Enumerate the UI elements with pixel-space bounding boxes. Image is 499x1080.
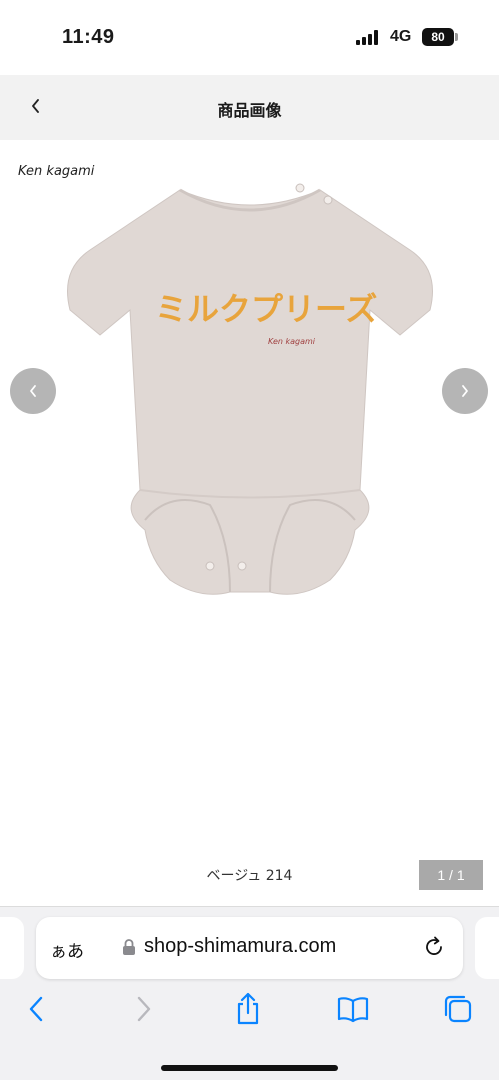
share-button[interactable] <box>226 987 270 1031</box>
page-title: 商品画像 <box>217 101 282 120</box>
lock-icon <box>123 938 135 955</box>
next-image-button[interactable] <box>442 368 488 414</box>
tabs-icon <box>444 995 472 1023</box>
page-settings-button[interactable]: ぁあ <box>50 937 84 962</box>
battery-tip <box>455 33 458 41</box>
url-text: shop-shimamura.com <box>144 935 337 957</box>
back-icon <box>29 996 43 1022</box>
previous-image-button[interactable] <box>10 368 56 414</box>
page-header: 商品画像 <box>0 75 499 140</box>
address-bar[interactable]: ぁあ shop-shimamura.com <box>36 917 463 979</box>
cellular-signal-icon <box>356 30 382 45</box>
battery-level: 80 <box>431 30 445 44</box>
browser-toolbar <box>0 987 499 1031</box>
print-text: ミルクプリーズ <box>155 290 377 328</box>
battery-icon: 80 <box>422 28 454 46</box>
forward-icon <box>137 996 151 1022</box>
browser-forward-button[interactable] <box>122 987 166 1031</box>
bookmarks-button[interactable] <box>331 987 375 1031</box>
tabs-button[interactable] <box>436 987 480 1031</box>
previous-tab-peek[interactable] <box>0 917 24 979</box>
next-tab-peek[interactable] <box>475 917 499 979</box>
home-indicator <box>161 1065 338 1071</box>
url-display[interactable]: shop-shimamura.com <box>122 935 336 958</box>
chevron-right-icon <box>462 385 468 397</box>
network-type: 4G <box>390 28 412 45</box>
browser-back-button[interactable] <box>14 987 58 1031</box>
status-bar: 11:49 4G 80 <box>0 0 499 75</box>
product-image-viewer[interactable]: Ken kagami ミルクプリーズ Ken kagami <box>0 140 499 840</box>
svg-text:Ken kagami: Ken kagami <box>268 337 316 346</box>
reload-icon[interactable] <box>421 934 447 960</box>
image-counter: 1 / 1 <box>419 860 483 890</box>
status-time: 11:49 <box>62 26 115 48</box>
browser-bar: ぁあ shop-shimamura.com <box>0 906 499 1080</box>
product-bodysuit-image: ミルクプリーズ Ken kagami <box>67 183 433 595</box>
bookmarks-icon <box>337 997 369 1023</box>
chevron-left-icon <box>30 385 36 397</box>
share-icon <box>237 992 259 1025</box>
